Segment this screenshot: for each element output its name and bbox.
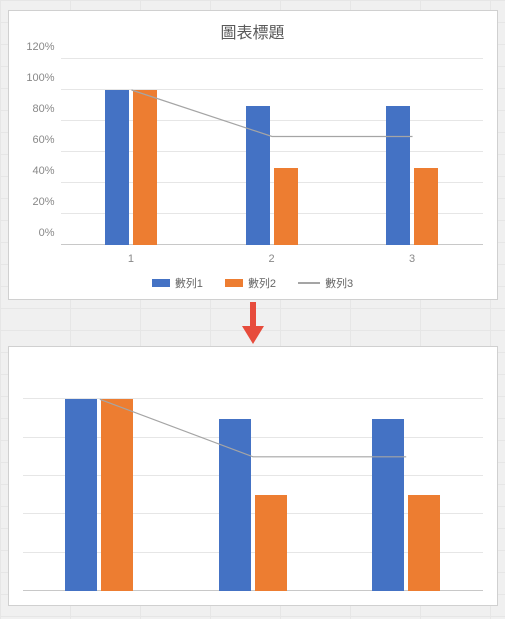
legend-item-series2: 數列2 [225,275,276,291]
legend-swatch-blue [152,279,170,287]
ytick: 80% [19,103,55,115]
chart-title: 圖表標題 [9,11,497,47]
ytick: 60% [19,134,55,146]
legend-label: 數列2 [248,275,276,291]
ytick: 100% [19,72,55,84]
xtick: 2 [268,253,274,265]
legend-item-series1: 數列1 [152,275,203,291]
legend-swatch-orange [225,279,243,287]
legend-item-series3: 數列3 [298,275,353,291]
line-series3 [61,59,483,245]
ytick: 0% [19,227,55,239]
xtick: 1 [128,253,134,265]
plot-area-top: 0% 20% 40% 60% 80% 100% 120% 1 2 3 [61,59,483,245]
legend-label: 數列3 [325,275,353,291]
ytick: 20% [19,196,55,208]
legend: 數列1 數列2 數列3 [9,275,497,291]
legend-swatch-line [298,282,320,284]
xtick: 3 [409,253,415,265]
chart-top[interactable]: 圖表標題 0% 20% 40% 60% 80% 100% 120% 1 2 [8,10,498,300]
legend-label: 數列1 [175,275,203,291]
chart-bottom[interactable] [8,346,498,606]
arrow-down-icon [240,302,266,349]
ytick: 120% [19,41,55,53]
line-series3 [23,361,483,591]
plot-area-bottom [23,361,483,591]
ytick: 40% [19,165,55,177]
